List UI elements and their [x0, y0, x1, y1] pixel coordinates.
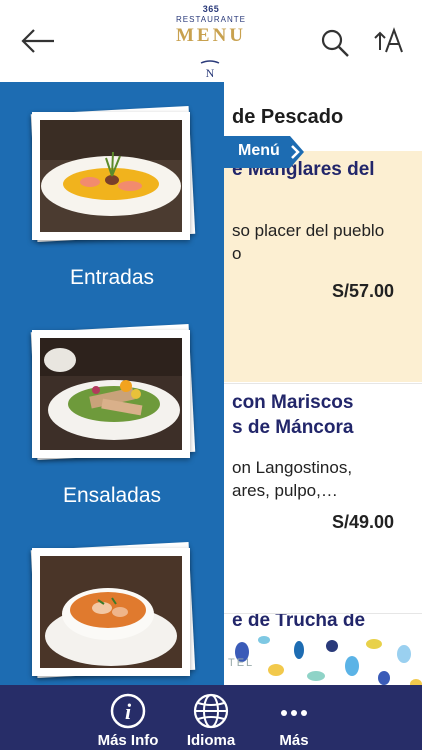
bottom-toolbar: i Más Info Idioma Más: [0, 685, 422, 750]
search-button[interactable]: [318, 26, 352, 60]
more-button[interactable]: Más: [254, 693, 334, 749]
svg-text:i: i: [125, 699, 132, 724]
brand-title: MENU: [175, 25, 247, 46]
photo-frame: [32, 112, 190, 240]
category-drawer: Entradas Ensaladas: [0, 82, 224, 685]
search-icon: [321, 29, 349, 57]
font-size-button[interactable]: [372, 24, 406, 58]
info-icon: i: [110, 693, 146, 729]
language-label: Idioma: [186, 732, 236, 749]
entradas-dish-image: [40, 120, 182, 232]
dish-name: e de Trucha de: [232, 613, 366, 631]
app-header: 365 RESTAURANTE MENU N: [0, 0, 422, 82]
svg-text:TEL: TEL: [228, 657, 254, 669]
soup-dish-image: [40, 556, 182, 668]
back-button[interactable]: [18, 24, 58, 58]
language-button[interactable]: Idioma: [171, 693, 251, 749]
back-arrow-icon: [21, 29, 54, 53]
more-info-button[interactable]: i Más Info: [88, 693, 168, 749]
category-photo: [30, 105, 196, 243]
brand-number: 365: [202, 4, 220, 14]
photo-frame: [32, 548, 190, 676]
more-icon: [281, 710, 307, 716]
dish-name: con Mariscos: [232, 392, 354, 413]
photo-frame: [32, 330, 190, 458]
category-photo: [30, 541, 196, 679]
more-info-label: Más Info: [97, 732, 159, 749]
menu-drawer-tab[interactable]: Menú: [224, 136, 304, 168]
category-label: Ensaladas: [62, 484, 162, 507]
brand-logo: 365 RESTAURANTE MENU: [160, 4, 262, 47]
dish-price: S/49.00: [331, 512, 394, 532]
brand-subtitle: RESTAURANTE: [176, 15, 246, 24]
category-photo: [30, 323, 196, 461]
dish-name-2: s de Máncora: [232, 417, 354, 438]
decorative-confetti-banner: TEL: [224, 632, 422, 685]
font-size-icon: [374, 27, 403, 53]
category-label: Entradas: [69, 266, 155, 289]
dish-price: S/57.00: [331, 281, 394, 301]
dish-description: so placer del pueblo: [232, 221, 385, 240]
section-title: de Pescado: [232, 106, 344, 128]
ensaladas-dish-image: [40, 338, 182, 450]
dish-description: on Langostinos,: [232, 458, 353, 477]
dish-description-2: ares, pulpo,…: [232, 481, 338, 500]
brand-mark-icon: N: [199, 60, 221, 80]
more-label: Más: [279, 732, 309, 749]
svg-text:N: N: [206, 66, 215, 80]
globe-icon: [193, 693, 229, 729]
menu-tab-label: Menú: [238, 142, 280, 159]
dish-description-2: o: [232, 244, 242, 263]
